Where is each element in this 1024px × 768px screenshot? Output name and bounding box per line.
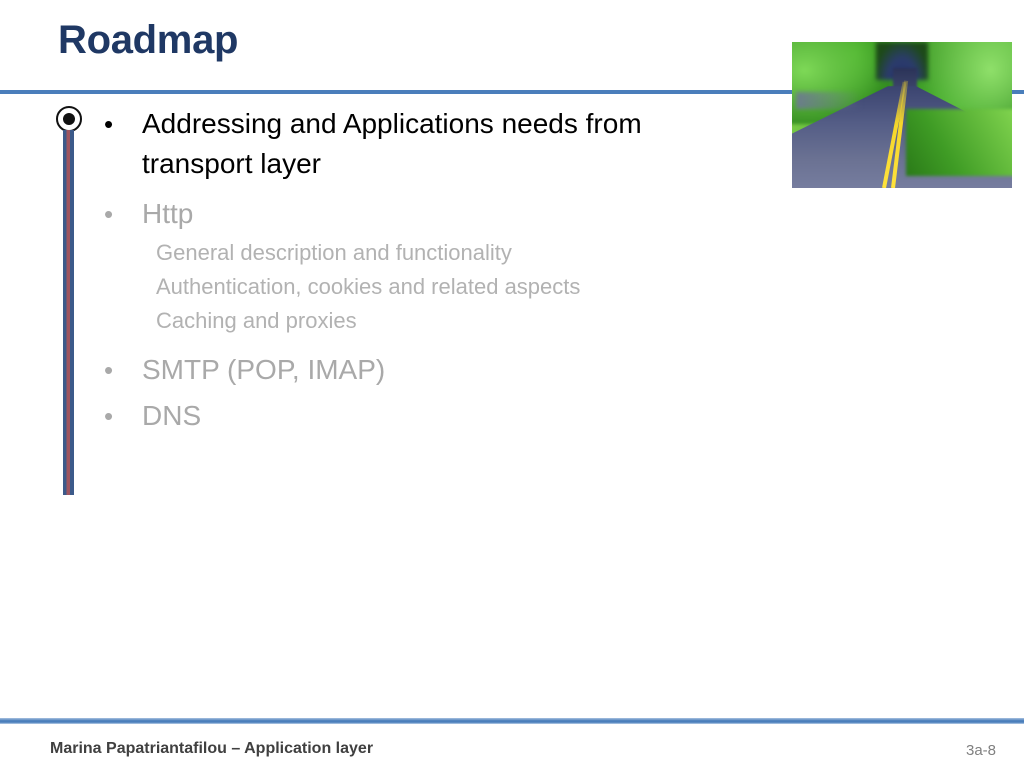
- bullet-item-addressing: • Addressing and Applications needs from…: [104, 104, 744, 184]
- footer-divider: [0, 718, 1024, 724]
- bullet-label: DNS: [142, 400, 202, 431]
- bullet-marker-icon: •: [104, 109, 114, 139]
- progress-marker-dot-icon: [63, 113, 75, 125]
- slide-number: 3a-8: [966, 742, 997, 759]
- bullet-item-dns: • DNS: [104, 396, 744, 436]
- sub-bullet-item: Authentication, cookies and related aspe…: [156, 274, 581, 299]
- sub-bullet-item: Caching and proxies: [156, 308, 357, 333]
- bullet-label: Http: [142, 198, 194, 229]
- road-through-forest-image: [792, 42, 1012, 188]
- page-title: Roadmap: [58, 18, 239, 62]
- bullet-marker-icon: •: [104, 355, 114, 385]
- sub-bullet-list-http: General description and functionality Au…: [104, 236, 744, 338]
- bullet-item-smtp: • SMTP (POP, IMAP): [104, 350, 744, 390]
- road-shoulder-decor: [796, 91, 863, 110]
- content-body: • Addressing and Applications needs from…: [104, 104, 744, 438]
- bullet-item-http: • Http: [104, 194, 744, 234]
- vertical-accent-bar: [63, 130, 74, 495]
- bullet-marker-icon: •: [104, 199, 114, 229]
- sub-bullet-item: General description and functionality: [156, 240, 512, 265]
- grass-right-decor: [906, 109, 1012, 177]
- bullet-label: Addressing and Applications needs from t…: [142, 108, 642, 179]
- footer-author-line: Marina Papatriantafilou – Application la…: [50, 740, 374, 757]
- bullet-marker-icon: •: [104, 401, 114, 431]
- bullet-label: SMTP (POP, IMAP): [142, 354, 386, 385]
- progress-marker-icon: [56, 106, 82, 132]
